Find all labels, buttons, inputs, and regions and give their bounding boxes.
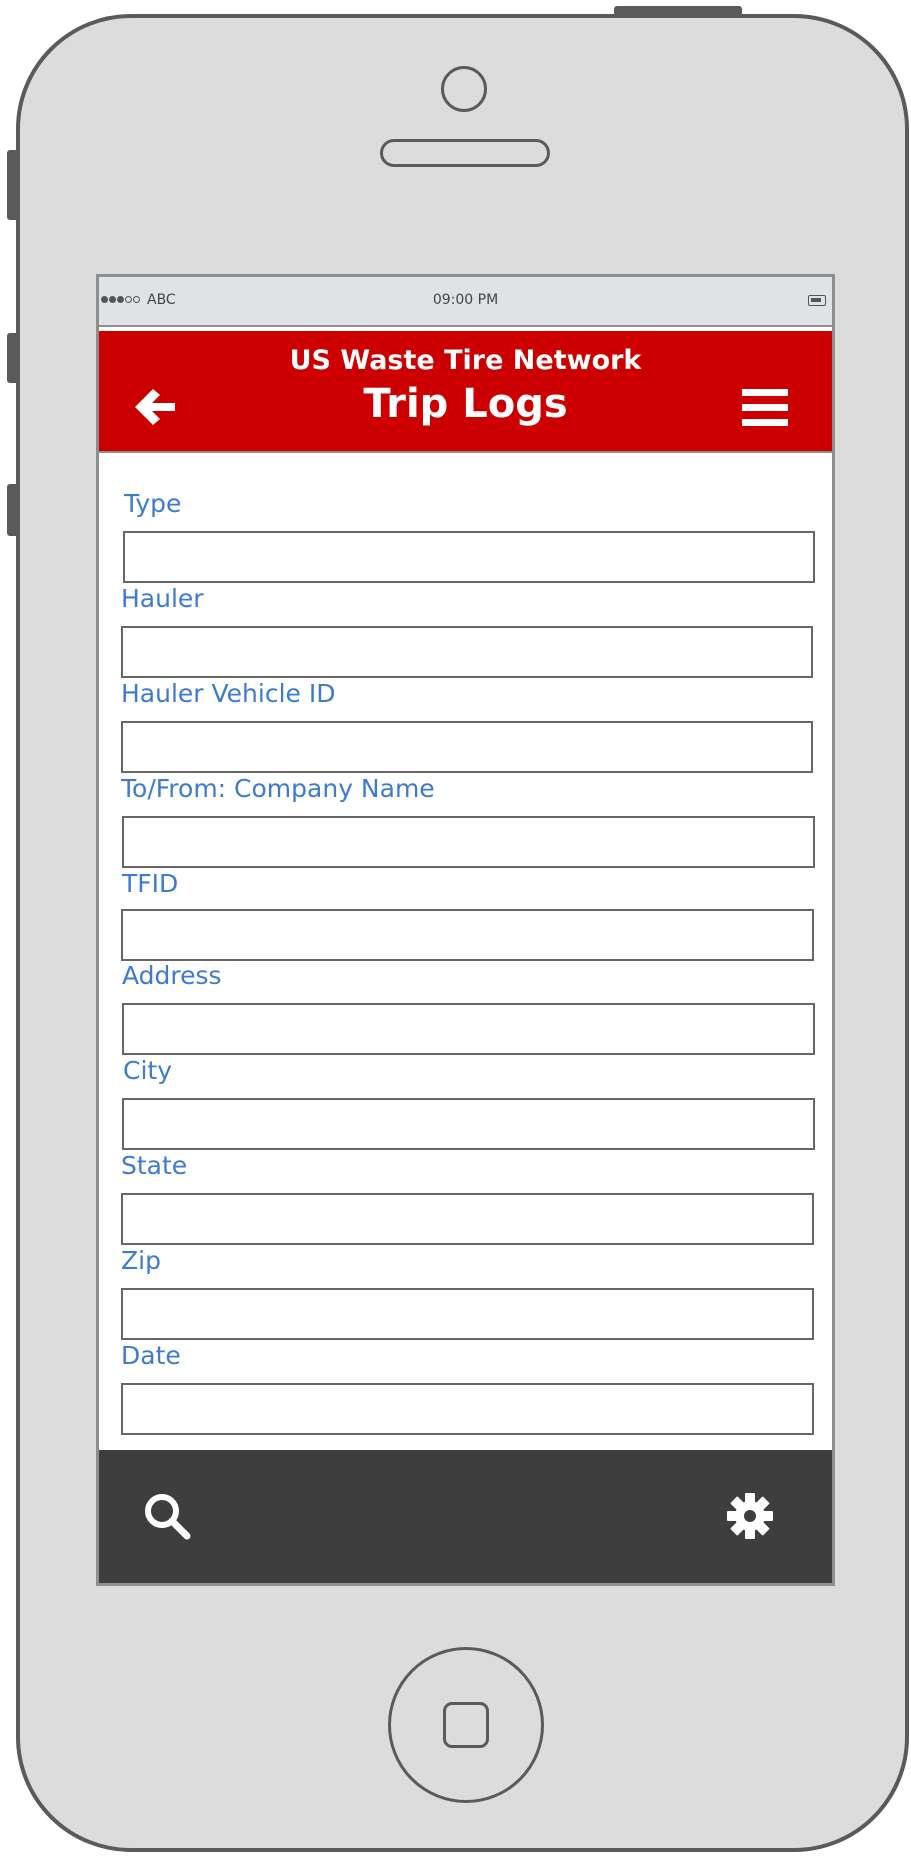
type-input[interactable] <box>123 531 815 583</box>
type-label: Type <box>124 489 182 518</box>
hauler-input[interactable] <box>121 626 813 678</box>
search-icon <box>145 1494 191 1540</box>
hauler-vehicle-id-input[interactable] <box>121 721 813 773</box>
city-label: City <box>123 1056 172 1085</box>
bottom-toolbar <box>99 1450 832 1583</box>
hauler-label: Hauler <box>121 584 204 613</box>
home-button[interactable] <box>388 1647 544 1803</box>
status-bar: ABC 09:00 PM <box>99 277 832 327</box>
earpiece-speaker <box>380 139 550 167</box>
address-label: Address <box>122 961 222 990</box>
zip-label: Zip <box>121 1246 161 1275</box>
battery-icon <box>808 295 826 306</box>
company-name-input[interactable] <box>122 816 815 868</box>
page-title: Trip Logs <box>363 381 568 427</box>
address-input[interactable] <box>122 1003 815 1055</box>
hauler-vehicle-id-label: Hauler Vehicle ID <box>121 679 336 708</box>
hamburger-menu-icon <box>742 389 788 426</box>
company-name-label: To/From: Company Name <box>121 774 435 803</box>
menu-button[interactable] <box>742 387 788 429</box>
phone-screen: ABC 09:00 PM US Waste Tire Network Trip … <box>96 274 835 1586</box>
front-camera <box>441 66 487 112</box>
date-input[interactable] <box>121 1383 814 1435</box>
state-input[interactable] <box>121 1193 814 1245</box>
app-name: US Waste Tire Network <box>289 345 642 376</box>
date-label: Date <box>121 1341 181 1370</box>
tfid-input[interactable] <box>121 909 814 961</box>
home-square-icon <box>443 1702 489 1748</box>
city-input[interactable] <box>122 1098 815 1150</box>
zip-input[interactable] <box>121 1288 814 1340</box>
status-time: 09:00 PM <box>432 292 499 308</box>
search-button[interactable] <box>141 1490 193 1542</box>
gear-icon <box>727 1493 773 1539</box>
stage: ABC 09:00 PM US Waste Tire Network Trip … <box>0 0 911 1857</box>
settings-button[interactable] <box>724 1490 776 1542</box>
tfid-label: TFID <box>122 869 179 898</box>
app-header: US Waste Tire Network Trip Logs <box>99 331 832 453</box>
state-label: State <box>121 1151 188 1180</box>
